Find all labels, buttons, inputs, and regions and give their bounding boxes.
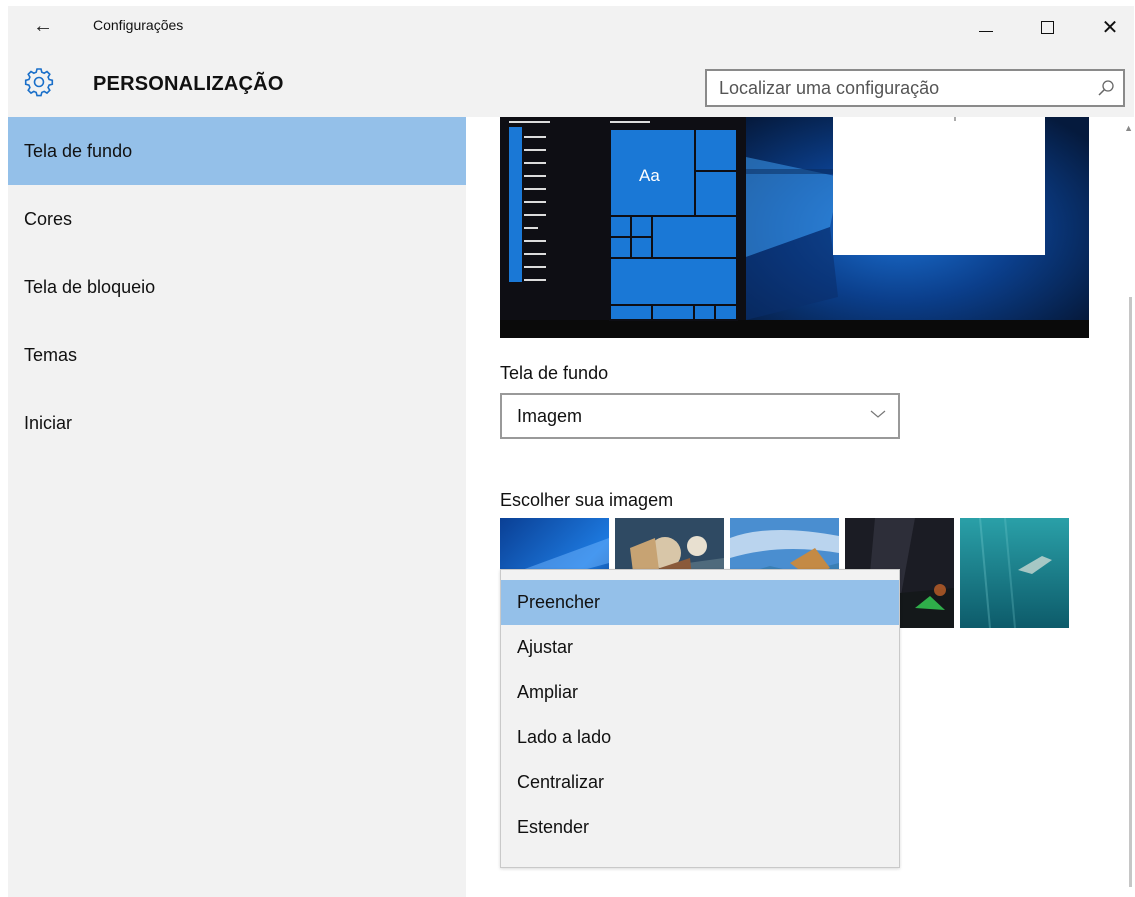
option-centralizar[interactable]: Centralizar xyxy=(501,760,899,805)
background-type-label: Tela de fundo xyxy=(500,363,609,383)
thumbnail-underwater[interactable] xyxy=(960,518,1069,628)
search-box[interactable] xyxy=(705,69,1125,107)
chevron-down-icon xyxy=(870,410,886,418)
fit-options-dropdown: Preencher Ajustar Ampliar Lado a lado Ce… xyxy=(500,569,900,868)
settings-window: ← Configurações ✕ PERSONALIZAÇÃO Tela de… xyxy=(8,6,1134,897)
close-icon: ✕ xyxy=(1101,16,1119,39)
preview-image: Aa xyxy=(500,117,1089,338)
option-preencher[interactable]: Preencher xyxy=(501,580,899,625)
sidebar-item-iniciar[interactable]: Iniciar xyxy=(8,389,466,457)
sidebar-item-cores[interactable]: Cores xyxy=(8,185,466,253)
sidebar-item-tela-de-bloqueio[interactable]: Tela de bloqueio xyxy=(8,253,466,321)
sidebar: Tela de fundo Cores Tela de bloqueio Tem… xyxy=(8,117,466,457)
option-estender[interactable]: Estender xyxy=(501,805,899,850)
page-header: PERSONALIZAÇÃO xyxy=(8,58,1134,114)
preview-tile-label: Aa xyxy=(639,166,660,185)
maximize-button[interactable] xyxy=(1025,10,1069,44)
window-title: Configurações xyxy=(93,17,184,33)
back-arrow-icon[interactable]: ← xyxy=(28,10,58,42)
minimize-button[interactable] xyxy=(964,10,1008,44)
sidebar-item-tela-de-fundo[interactable]: Tela de fundo xyxy=(8,117,466,185)
option-ajustar[interactable]: Ajustar xyxy=(501,625,899,670)
underwater-thumbnail xyxy=(960,518,1069,628)
background-preview: Aa xyxy=(500,117,1089,338)
page-title: PERSONALIZAÇÃO xyxy=(93,73,284,95)
search-icon[interactable] xyxy=(1097,79,1115,97)
scroll-up-arrow-icon[interactable]: ▲ xyxy=(1124,123,1133,133)
close-button[interactable]: ✕ xyxy=(1088,10,1132,44)
option-ampliar[interactable]: Ampliar xyxy=(501,670,899,715)
maximize-icon xyxy=(1040,20,1054,34)
main-content: Aa Tela de fundo Imagem Escolher sua ima… xyxy=(466,117,1134,897)
option-lado-a-lado[interactable]: Lado a lado xyxy=(501,715,899,760)
minimize-icon xyxy=(979,30,993,32)
choose-image-label: Escolher sua imagem xyxy=(500,490,674,510)
vertical-scrollbar[interactable] xyxy=(1129,297,1132,887)
sidebar-item-temas[interactable]: Temas xyxy=(8,321,466,389)
gear-icon xyxy=(24,68,54,97)
search-input[interactable] xyxy=(707,71,1099,105)
background-type-select[interactable]: Imagem xyxy=(500,393,900,439)
title-bar: ← Configurações ✕ xyxy=(8,6,1134,48)
background-type-value: Imagem xyxy=(517,406,583,426)
